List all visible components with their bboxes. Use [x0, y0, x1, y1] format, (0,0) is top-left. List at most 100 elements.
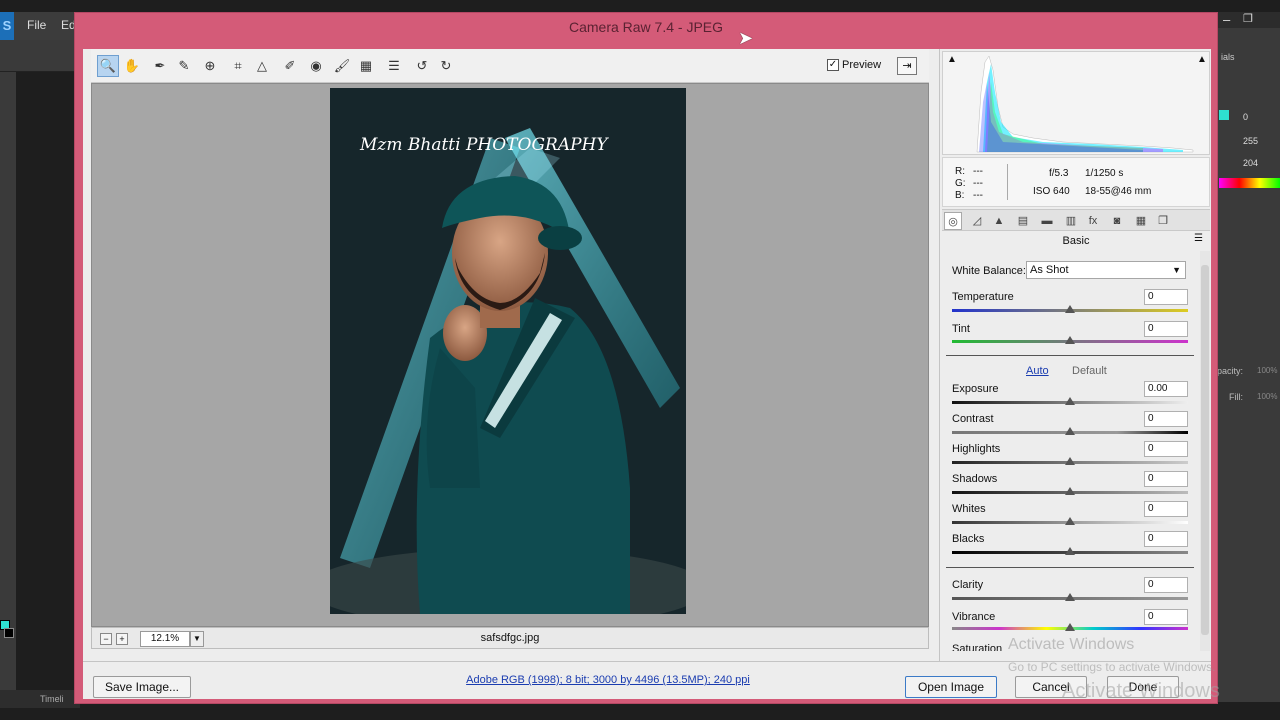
r-value: 0 [1243, 112, 1249, 122]
preview-checkbox[interactable]: ✓ [827, 59, 839, 71]
save-image-button[interactable]: Save Image... [93, 676, 191, 698]
fill-label: Fill: [1229, 392, 1243, 402]
presets-tab-icon[interactable]: ▦ [1132, 212, 1150, 230]
background-color-swatch[interactable] [4, 628, 14, 638]
blacks-field[interactable]: 0 [1144, 531, 1188, 547]
histogram-graph [976, 55, 1194, 153]
temperature-label: Temperature [952, 291, 1014, 303]
lens-corrections-tab-icon[interactable]: ▥ [1062, 212, 1080, 230]
snapshots-tab-icon[interactable]: ❐ [1154, 212, 1172, 230]
opacity-value[interactable]: 100% [1257, 366, 1277, 375]
aperture: f/5.3 [1049, 168, 1069, 179]
whites-field[interactable]: 0 [1144, 501, 1188, 517]
clarity-field[interactable]: 0 [1144, 577, 1188, 593]
contrast-field[interactable]: 0 [1144, 411, 1188, 427]
shadows-thumb[interactable] [1065, 487, 1075, 495]
vibrance-field[interactable]: 0 [1144, 609, 1188, 625]
blacks-thumb[interactable] [1065, 547, 1075, 555]
shadow-clipping-warning-icon[interactable]: ▲ [947, 54, 957, 65]
chevron-down-icon: ▼ [1172, 265, 1181, 275]
iso: ISO 640 [1033, 186, 1070, 197]
white-balance-icon[interactable]: ✒ [149, 55, 171, 77]
preferences-icon[interactable]: ☰ [383, 55, 405, 77]
white-balance-select[interactable]: As Shot ▼ [1026, 261, 1186, 279]
filename-label: safsdfgc.jpg [480, 632, 540, 644]
open-image-button[interactable]: Open Image [905, 676, 997, 698]
ps-right-panels: – ❐ ials 0 255 204 pacity: 100% Fill: 10… [1215, 12, 1280, 702]
lens: 18-55@46 mm [1085, 186, 1152, 197]
shadows-label: Shadows [952, 473, 998, 485]
divider [946, 567, 1194, 568]
clarity-thumb[interactable] [1065, 593, 1075, 601]
camera-calibration-tab-icon[interactable]: ◙ [1108, 212, 1126, 230]
spot-removal-icon[interactable]: ✐ [279, 55, 301, 77]
canvas-status-bar: − + 12.1% ▼ safsdfgc.jpg [91, 627, 929, 649]
red-eye-icon[interactable]: ◉ [305, 55, 327, 77]
temperature-thumb[interactable] [1065, 305, 1075, 313]
g-label: G: [955, 178, 966, 189]
b-readout: --- [973, 190, 983, 201]
exposure-thumb[interactable] [1065, 397, 1075, 405]
image-canvas[interactable]: Mzm Bhatti PHOTOGRAPHY [91, 83, 929, 627]
hsl-tab-icon[interactable]: ▤ [1014, 212, 1032, 230]
timeline-label[interactable]: Timeli [40, 694, 64, 704]
effects-tab-icon[interactable]: fx [1084, 212, 1102, 230]
whites-thumb[interactable] [1065, 517, 1075, 525]
targeted-adjustment-icon[interactable]: ⊕ [199, 55, 221, 77]
highlight-clipping-warning-icon[interactable]: ▲ [1197, 54, 1207, 65]
right-panel: ▲ ▲ R: --- G: --- B: --- f/5.3 1/1250 s … [939, 49, 1211, 661]
auto-link[interactable]: Auto [1026, 365, 1049, 377]
pixel-readout: R: --- G: --- B: --- f/5.3 1/1250 s ISO … [942, 157, 1210, 207]
activation-watermark: Activate Windows [1008, 636, 1135, 653]
photo-signature: Mzm Bhatti PHOTOGRAPHY [359, 135, 609, 155]
highlights-thumb[interactable] [1065, 457, 1075, 465]
color-sampler-icon[interactable]: ✎ [173, 55, 195, 77]
b-value: 204 [1243, 158, 1259, 168]
tone-curve-tab-icon[interactable]: ◿ [968, 212, 986, 230]
color-ramp[interactable] [1219, 178, 1280, 188]
detail-tab-icon[interactable]: ▲ [990, 212, 1008, 230]
adjustment-brush-icon[interactable]: 🖌 [331, 55, 353, 77]
split-toning-tab-icon[interactable]: ▬ [1038, 212, 1056, 230]
minimize-icon[interactable]: – [1223, 12, 1230, 27]
exposure-label: Exposure [952, 383, 999, 395]
default-link[interactable]: Default [1072, 365, 1107, 377]
vibrance-thumb[interactable] [1065, 623, 1075, 631]
tint-thumb[interactable] [1065, 336, 1075, 344]
zoom-icon[interactable]: 🔍 [97, 55, 119, 77]
dialog-title: Camera Raw 7.4 - JPEG [568, 19, 724, 35]
rotate-right-icon[interactable]: ↻ [435, 55, 457, 77]
divider [946, 355, 1194, 356]
menu-file[interactable]: File [27, 18, 46, 32]
exposure-field[interactable]: 0.00 [1144, 381, 1188, 397]
panel-scrollbar[interactable] [1200, 251, 1210, 651]
fill-value[interactable]: 100% [1257, 392, 1277, 401]
tint-field[interactable]: 0 [1144, 321, 1188, 337]
tint-label: Tint [952, 323, 970, 335]
contrast-thumb[interactable] [1065, 427, 1075, 435]
fullscreen-toggle-icon[interactable]: ⇥ [897, 57, 917, 75]
basic-tab-icon[interactable]: ◎ [944, 212, 962, 230]
contrast-label: Contrast [952, 413, 994, 425]
panel-tab-label[interactable]: ials [1221, 52, 1235, 62]
highlights-field[interactable]: 0 [1144, 441, 1188, 457]
temperature-field[interactable]: 0 [1144, 289, 1188, 305]
white-balance-label: White Balance: [952, 265, 1026, 277]
g-readout: --- [973, 178, 983, 189]
crop-icon[interactable]: ⌗ [227, 55, 249, 77]
graduated-filter-icon[interactable]: ▦ [355, 55, 377, 77]
mouse-cursor-icon: ➤ [738, 28, 754, 48]
panel-menu-icon[interactable]: ☰ [1194, 233, 1203, 244]
preview-toggle[interactable]: ✓ Preview [827, 59, 881, 71]
color-swatch [1219, 110, 1229, 120]
basic-panel: White Balance: As Shot ▼ Temperature 0 T… [942, 251, 1198, 651]
rotate-left-icon[interactable]: ↺ [411, 55, 433, 77]
restore-icon[interactable]: ❐ [1243, 12, 1253, 25]
adjustment-tabs: ◎ ◿ ▲ ▤ ▬ ▥ fx ◙ ▦ ❐ [942, 209, 1210, 231]
photo-illustration: Mzm Bhatti PHOTOGRAPHY [330, 88, 686, 614]
straighten-icon[interactable]: △ [251, 55, 273, 77]
workflow-options-link[interactable]: Adobe RGB (1998); 8 bit; 3000 by 4496 (1… [463, 674, 753, 686]
hand-icon[interactable]: ✋ [121, 55, 143, 77]
preview-photo: Mzm Bhatti PHOTOGRAPHY [330, 88, 686, 614]
shadows-field[interactable]: 0 [1144, 471, 1188, 487]
